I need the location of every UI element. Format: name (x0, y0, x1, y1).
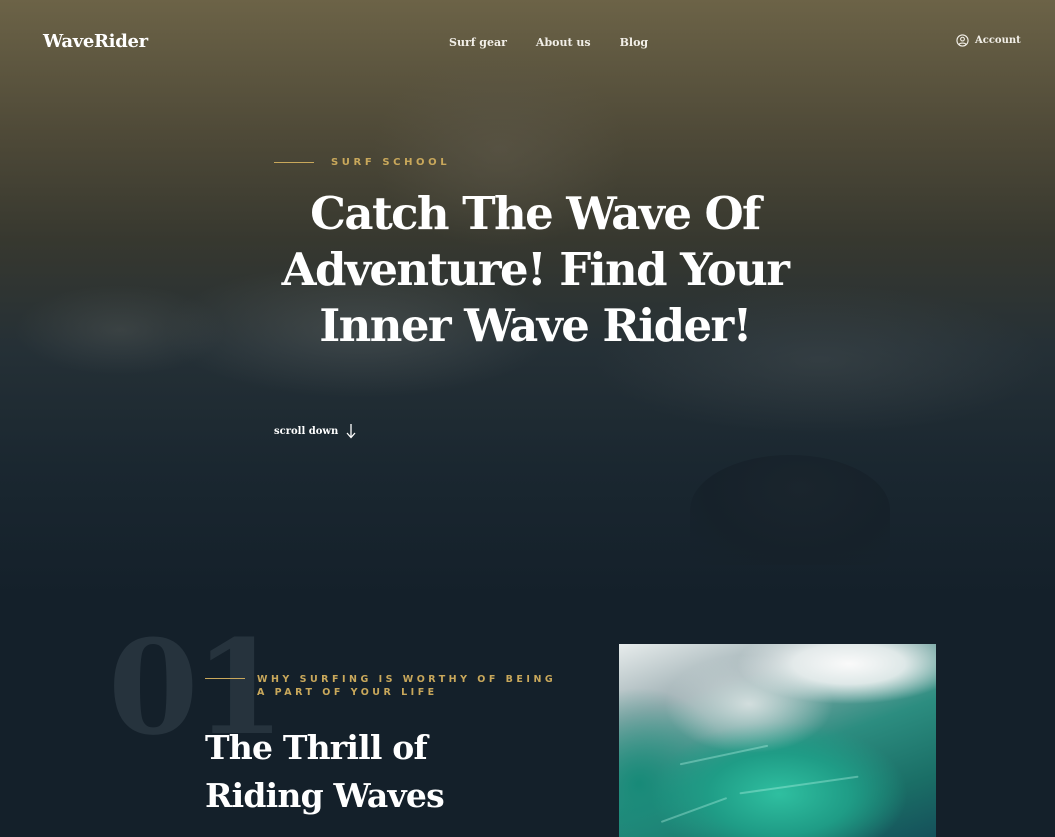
scroll-down-link[interactable]: scroll down (274, 422, 358, 440)
wave-photo-highlight (679, 744, 769, 766)
hero-rock-silhouette (690, 455, 890, 565)
hero-eyebrow: SURF SCHOOL (274, 157, 450, 168)
site-logo[interactable]: WaveRider (43, 31, 148, 52)
nav-link-about-us[interactable]: About us (536, 36, 591, 49)
main-menu: Surf gear About us Blog (449, 36, 648, 49)
user-circle-icon (956, 34, 969, 47)
section-eyebrow-text: WHY SURFING IS WORTHY OF BEING A PART OF… (257, 674, 557, 698)
section-title: The Thrill of Riding Waves (205, 728, 445, 815)
account-label: Account (975, 35, 1021, 46)
wave-photo (619, 644, 936, 837)
wave-photo-highlight (660, 797, 728, 823)
nav-link-blog[interactable]: Blog (620, 36, 649, 49)
nav-link-surf-gear[interactable]: Surf gear (449, 36, 507, 49)
section-eyebrow-divider (205, 678, 245, 679)
eyebrow-divider (274, 162, 314, 163)
top-navigation: WaveRider Surf gear About us Blog Accoun… (0, 0, 1055, 84)
arrow-down-icon (346, 424, 356, 439)
wave-photo-highlight (739, 775, 859, 795)
account-link[interactable]: Account (956, 34, 1021, 47)
hero-headline: Catch The Wave Of Adventure! Find Your I… (281, 187, 790, 352)
section-eyebrow: WHY SURFING IS WORTHY OF BEING A PART OF… (205, 673, 557, 699)
hero-eyebrow-text: SURF SCHOOL (331, 157, 451, 168)
scroll-down-label: scroll down (274, 425, 339, 437)
